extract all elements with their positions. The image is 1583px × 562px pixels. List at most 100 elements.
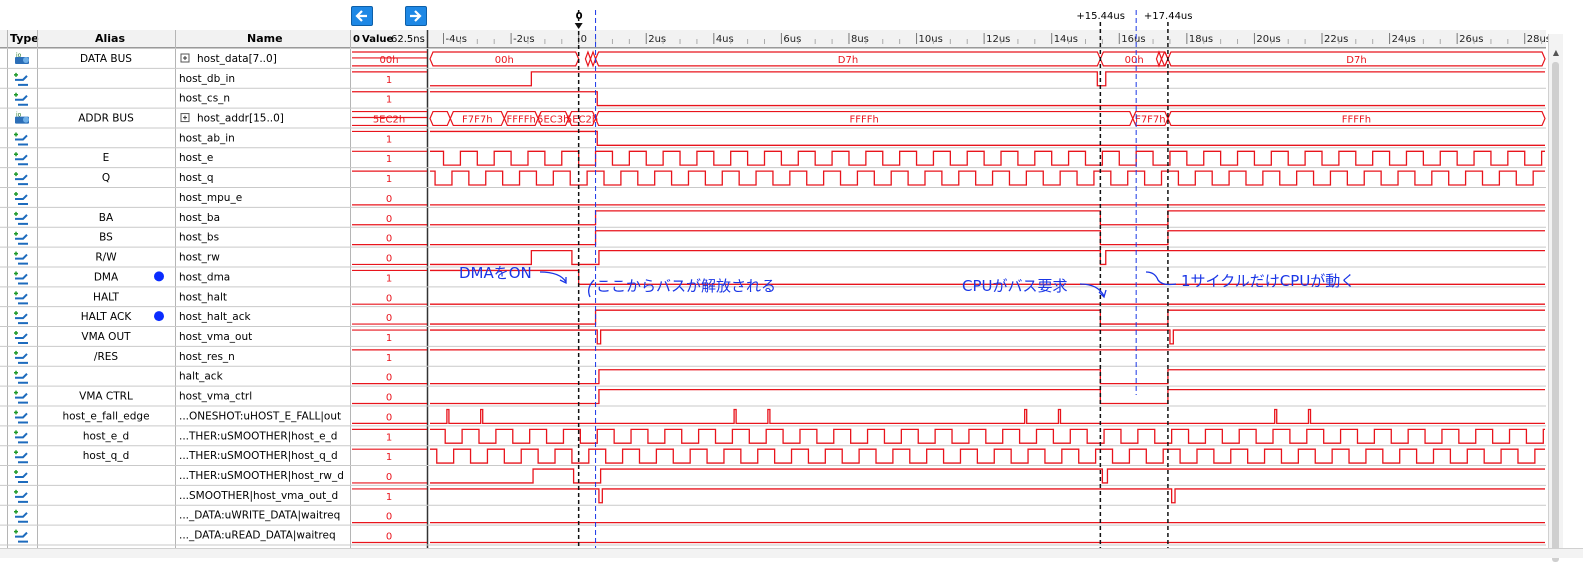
annotation-cpu-bus-request: CPUがバス要求 — [962, 277, 1068, 295]
signal-waveform — [430, 408, 1545, 424]
timeline-tick-label: 10us — [919, 34, 943, 45]
signal-value: 1 — [386, 134, 392, 145]
bus-io-icon: io — [15, 52, 29, 64]
input-pin-icon — [14, 92, 28, 106]
signal-marker-dot — [154, 271, 164, 282]
signal-name[interactable]: ...THER:uSMOOTHER|host_rw_d — [179, 470, 344, 482]
signal-value: 0 — [386, 412, 392, 423]
signal-name[interactable]: host_data[7..0] — [197, 53, 277, 65]
icon-body — [15, 293, 28, 305]
icon-body — [15, 492, 28, 503]
signal-value: 00h — [379, 55, 398, 66]
signal-name[interactable]: host_halt_ack — [179, 311, 251, 323]
signal-row[interactable] — [14, 251, 427, 266]
signal-name[interactable]: host_rw — [179, 252, 220, 264]
input-pin-icon — [14, 410, 28, 424]
vertical-scrollbar[interactable]: ▲ — [1548, 34, 1563, 562]
signal-value: 0 — [386, 512, 392, 523]
signal-value: 1 — [386, 333, 392, 344]
signal-row[interactable] — [14, 150, 427, 166]
bus-segment-label: FFFFh — [1342, 114, 1371, 125]
signal-waveform — [430, 309, 1545, 325]
icon-plus — [14, 231, 18, 236]
icon-plus — [14, 390, 18, 395]
annotation-dma-on: DMAをON — [459, 264, 532, 282]
timeline-tick-label: 24us — [1392, 34, 1416, 45]
signal-name[interactable]: ...ONESHOT:uHOST_E_FALL|out — [179, 410, 341, 422]
signal-waveform — [430, 369, 1545, 385]
nav-right-button[interactable] — [405, 6, 427, 26]
scroll-up-icon[interactable]: ▲ — [1549, 48, 1563, 58]
signal-value: 0 — [386, 194, 392, 205]
signal-name[interactable]: host_e — [179, 152, 213, 164]
input-pin-icon — [14, 370, 28, 384]
signal-name[interactable]: ...SMOOTHER|host_vma_out_d — [179, 490, 338, 502]
icon-body — [15, 134, 28, 146]
input-pin-icon — [14, 172, 28, 186]
annotation-arrow-cycle — [1145, 271, 1177, 286]
signal-value: 1 — [386, 452, 392, 463]
signal-name[interactable]: host_db_in — [179, 73, 235, 85]
signal-name[interactable]: host_q — [179, 172, 214, 184]
bus-segment-label: F7F7h — [462, 114, 493, 125]
signal-value: 1 — [386, 75, 392, 86]
signal-value: 0 — [386, 532, 392, 543]
bus-segment-label: FFFFh — [507, 114, 536, 125]
signal-waveform — [430, 150, 1545, 166]
bus-segment-label: D7h — [838, 55, 858, 66]
signal-name[interactable]: ..._DATA:uWRITE_DATA|waitreq — [179, 510, 340, 522]
annotation-bus-released: ここからバスが解放される — [596, 277, 777, 295]
bus-segment — [1155, 50, 1163, 68]
icon-plus — [14, 271, 18, 276]
bus-segment-label: 5EC3h — [537, 114, 569, 125]
signal-name[interactable]: host_cs_n — [179, 93, 230, 105]
signal-name[interactable]: ...THER:uSMOOTHER|host_e_d — [179, 430, 337, 442]
signal-alias: Q — [102, 172, 110, 184]
input-pin-icon — [14, 430, 28, 444]
input-pin-icon — [14, 311, 28, 325]
signal-value: 1 — [386, 492, 392, 503]
annotation-arrow-release — [588, 279, 595, 298]
icon-body — [15, 313, 28, 325]
signal-name[interactable]: ...THER:uSMOOTHER|host_q_d — [179, 450, 338, 462]
signal-row[interactable] — [14, 211, 427, 226]
signal-waveform — [430, 249, 1545, 266]
signal-name[interactable]: host_mpu_e — [179, 192, 242, 204]
signal-name[interactable]: host_vma_ctrl — [179, 391, 252, 403]
signal-name[interactable]: host_ba — [179, 212, 220, 224]
signal-name[interactable]: ..._DATA:uREAD_DATA|waitreq — [179, 530, 336, 542]
input-pin-icon — [14, 72, 28, 86]
icon-dot — [23, 57, 29, 63]
signal-name[interactable]: host_bs — [179, 232, 219, 244]
input-pin-icon — [14, 192, 28, 206]
input-pin-icon — [14, 291, 28, 305]
signal-waveform — [430, 230, 1545, 246]
scroll-thumb[interactable] — [1552, 62, 1559, 562]
signal-row[interactable] — [14, 231, 427, 246]
signal-waveform — [430, 329, 1545, 345]
signal-name[interactable]: host_dma — [179, 271, 230, 283]
icon-body — [15, 95, 28, 106]
signal-name[interactable]: host_vma_out — [179, 331, 252, 343]
input-pin-icon — [14, 529, 28, 543]
signal-waveform — [430, 448, 1545, 464]
input-pin-icon — [14, 509, 28, 523]
signal-marker-dot — [154, 311, 164, 322]
icon-plus — [14, 152, 18, 157]
signal-name[interactable]: host_ab_in — [179, 132, 235, 144]
icon-body — [15, 234, 28, 245]
signal-name[interactable]: host_halt — [179, 291, 227, 303]
column-header-value: Value — [362, 34, 393, 45]
signal-waveform — [430, 488, 1545, 504]
icon-body — [15, 214, 28, 225]
signal-name[interactable]: host_addr[15..0] — [197, 113, 284, 125]
timeline-tick-label: 26us — [1459, 34, 1483, 45]
nav-left-button[interactable] — [351, 6, 373, 26]
icon-body — [15, 531, 28, 543]
signal-waveform — [430, 91, 1545, 107]
signal-name[interactable]: host_res_n — [179, 351, 235, 363]
signal-name[interactable]: halt_ack — [179, 371, 224, 383]
signal-row[interactable] — [14, 170, 427, 186]
icon-io-text: io — [16, 112, 22, 119]
signal-value: 1 — [386, 432, 392, 443]
